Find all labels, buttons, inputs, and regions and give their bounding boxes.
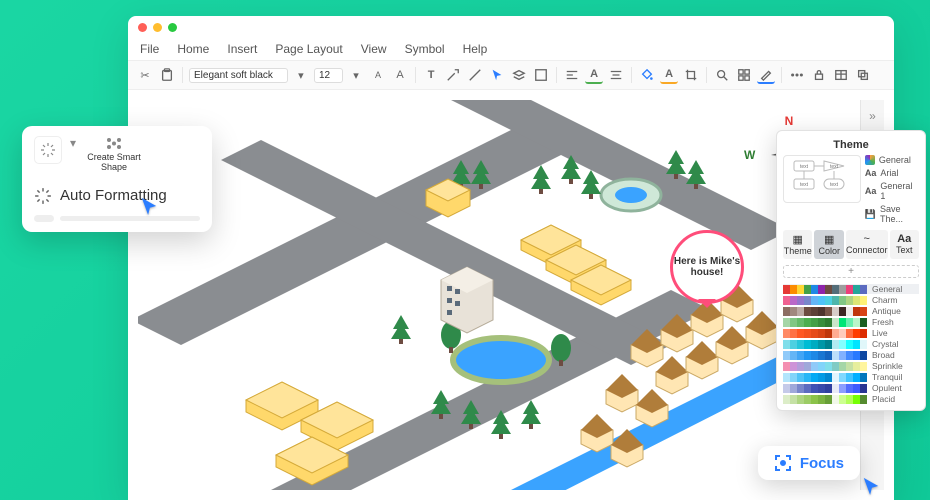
focus-button[interactable]: Focus: [758, 446, 860, 480]
add-theme-button[interactable]: +: [783, 265, 919, 278]
swatch-row[interactable]: Antique: [783, 306, 919, 316]
tab-color[interactable]: ▦Color: [814, 230, 843, 259]
callout-bubble[interactable]: Here is Mike's house!: [670, 230, 744, 304]
decrease-size-icon[interactable]: A: [369, 66, 387, 84]
cursor-icon: [140, 196, 158, 216]
slider[interactable]: [34, 215, 200, 222]
pen-icon[interactable]: [757, 66, 775, 84]
swatch-name: Charm: [872, 295, 898, 305]
maximize-icon[interactable]: [168, 23, 177, 32]
cursor-icon: [862, 476, 880, 496]
menu-insert[interactable]: Insert: [227, 42, 257, 56]
menu-home[interactable]: Home: [177, 42, 209, 56]
line-icon[interactable]: [466, 66, 484, 84]
cut-icon[interactable]: ✂︎: [136, 66, 154, 84]
swatch-row[interactable]: Placid: [783, 394, 919, 404]
menu-help[interactable]: Help: [463, 42, 488, 56]
bold-icon[interactable]: T: [422, 66, 440, 84]
swatch-row[interactable]: Crystal: [783, 339, 919, 349]
swatch-row[interactable]: Charm: [783, 295, 919, 305]
align-left-icon[interactable]: [563, 66, 581, 84]
menu-page-layout[interactable]: Page Layout: [275, 42, 342, 56]
compass-w: W: [744, 148, 755, 162]
spark-icon: [34, 187, 52, 205]
grid-icon[interactable]: [735, 66, 753, 84]
align-center-icon[interactable]: [607, 66, 625, 84]
theme-attrs: General AaArial AaGeneral 1 💾Save The...: [865, 155, 919, 224]
svg-text:text: text: [800, 182, 809, 188]
swatch-list: GeneralCharmAntiqueFreshLiveCrystalBroad…: [783, 284, 919, 404]
compass-n: N: [785, 114, 794, 128]
menu-view[interactable]: View: [361, 42, 387, 56]
swatch-row[interactable]: Live: [783, 328, 919, 338]
swatch-row[interactable]: General: [783, 284, 919, 294]
table-icon[interactable]: [832, 66, 850, 84]
swatch-row[interactable]: Fresh: [783, 317, 919, 327]
font-size-select[interactable]: 12: [314, 68, 343, 83]
connector-icon[interactable]: [444, 66, 462, 84]
toolbar: ✂︎ Elegant soft black ▾ 12 ▾ A A T A A: [128, 60, 894, 90]
paste-icon[interactable]: [158, 66, 176, 84]
chevron-down-icon[interactable]: ▾: [292, 66, 310, 84]
send-back-icon[interactable]: [854, 66, 872, 84]
create-smart-shape-button[interactable]: Create Smart Shape: [84, 136, 144, 173]
swatch-name: Placid: [872, 394, 895, 404]
tab-theme[interactable]: ▦Theme: [783, 230, 812, 259]
swatch-name: General: [872, 284, 902, 294]
swatch-row[interactable]: Tranquil: [783, 372, 919, 382]
svg-text:text: text: [830, 164, 839, 170]
swatch-name: Opulent: [872, 383, 902, 393]
callout-text: Here is Mike's house!: [673, 256, 741, 279]
rail-expand-icon[interactable]: »: [865, 108, 881, 124]
layers-icon[interactable]: [510, 66, 528, 84]
text-color-icon[interactable]: A: [660, 66, 678, 84]
menu-symbol[interactable]: Symbol: [405, 42, 445, 56]
increase-size-icon[interactable]: A: [391, 66, 409, 84]
svg-text:text: text: [830, 182, 839, 188]
swatch-name: Tranquil: [872, 372, 902, 382]
close-icon[interactable]: [138, 23, 147, 32]
swatch-name: Live: [872, 328, 888, 338]
chevron-down-icon[interactable]: ▾: [347, 66, 365, 84]
auto-format-popover: ▾ Create Smart Shape Auto Formatting: [22, 126, 212, 232]
theme-tabs: ▦Theme ▦Color ~Connector AaText: [783, 230, 919, 259]
focus-label: Focus: [800, 455, 844, 472]
crop-icon[interactable]: [682, 66, 700, 84]
focus-icon: [774, 454, 792, 472]
lock-icon[interactable]: [810, 66, 828, 84]
canvas[interactable]: N S E W Here is Mike's house! » ▦ ◇ ❐ ▭ …: [138, 100, 884, 490]
svg-text:text: text: [800, 164, 809, 170]
swatch-row[interactable]: Opulent: [783, 383, 919, 393]
swatch-row[interactable]: Sprinkle: [783, 361, 919, 371]
more-icon[interactable]: [788, 66, 806, 84]
zoom-icon[interactable]: [713, 66, 731, 84]
swatch-name: Antique: [872, 306, 901, 316]
titlebar: [128, 16, 894, 38]
spark-icon[interactable]: [34, 136, 62, 164]
font-select[interactable]: Elegant soft black: [189, 68, 288, 83]
text-fill-icon[interactable]: A: [585, 66, 603, 84]
menu-file[interactable]: File: [140, 42, 159, 56]
minimize-icon[interactable]: [153, 23, 162, 32]
swatch-name: Crystal: [872, 339, 898, 349]
theme-title: Theme: [783, 137, 919, 155]
pointer-icon[interactable]: [488, 66, 506, 84]
tab-text[interactable]: AaText: [890, 230, 919, 259]
fill-icon[interactable]: [638, 66, 656, 84]
tab-connector[interactable]: ~Connector: [846, 230, 888, 259]
swatch-row[interactable]: Broad: [783, 350, 919, 360]
menubar: File Home Insert Page Layout View Symbol…: [128, 38, 894, 60]
swatch-name: Sprinkle: [872, 361, 903, 371]
swatch-name: Broad: [872, 350, 895, 360]
theme-panel[interactable]: Theme text text text text General AaAria…: [776, 130, 926, 411]
shapes-icon[interactable]: [532, 66, 550, 84]
swatch-name: Fresh: [872, 317, 894, 327]
theme-preview: text text text text: [783, 155, 861, 203]
